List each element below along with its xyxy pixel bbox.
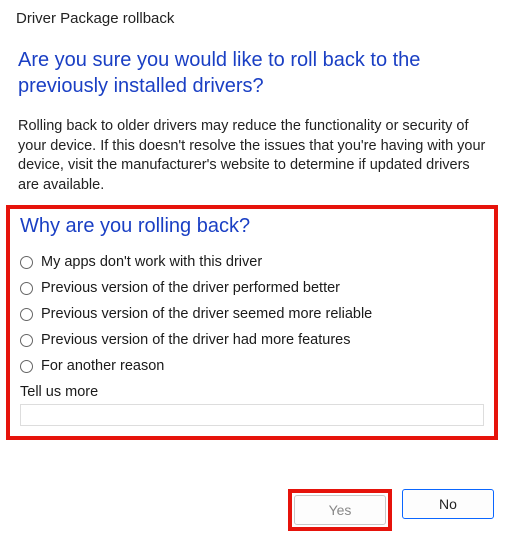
reason-option[interactable]: My apps don't work with this driver — [20, 254, 484, 270]
no-button[interactable]: No — [402, 489, 494, 519]
reason-option[interactable]: For another reason — [20, 358, 484, 374]
warning-text: Rolling back to older drivers may reduce… — [18, 117, 494, 195]
reason-option[interactable]: Previous version of the driver had more … — [20, 332, 484, 348]
window-title: Driver Package rollback — [16, 10, 494, 27]
reason-section-highlight: Why are you rolling back? My apps don't … — [6, 205, 498, 440]
reason-radio[interactable] — [20, 334, 33, 347]
yes-button[interactable]: Yes — [294, 495, 386, 525]
reason-radio[interactable] — [20, 256, 33, 269]
reason-radio[interactable] — [20, 282, 33, 295]
dialog-button-row: Yes No — [288, 489, 494, 531]
reason-label: My apps don't work with this driver — [41, 254, 262, 270]
reason-label: For another reason — [41, 358, 164, 374]
reason-label: Previous version of the driver seemed mo… — [41, 306, 372, 322]
reason-label: Previous version of the driver performed… — [41, 280, 340, 296]
reason-radio[interactable] — [20, 360, 33, 373]
reason-heading: Why are you rolling back? — [20, 215, 484, 238]
tell-more-label: Tell us more — [20, 384, 484, 400]
reason-label: Previous version of the driver had more … — [41, 332, 350, 348]
reason-radio[interactable] — [20, 308, 33, 321]
yes-button-highlight: Yes — [288, 489, 392, 531]
reason-list: My apps don't work with this driver Prev… — [20, 254, 484, 374]
confirmation-heading: Are you sure you would like to roll back… — [18, 47, 494, 99]
tell-more-input[interactable] — [20, 404, 484, 426]
reason-option[interactable]: Previous version of the driver performed… — [20, 280, 484, 296]
reason-option[interactable]: Previous version of the driver seemed mo… — [20, 306, 484, 322]
